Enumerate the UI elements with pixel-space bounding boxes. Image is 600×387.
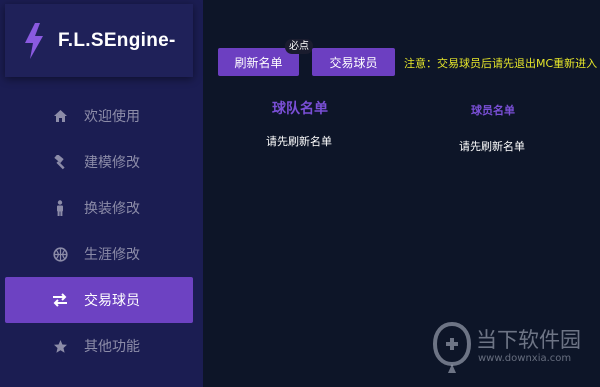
lightning-logo-icon xyxy=(25,22,43,59)
sidebar-item-welcome[interactable]: 欢迎使用 xyxy=(0,93,203,139)
player-list-title: 球员名单 xyxy=(471,104,515,117)
person-icon xyxy=(52,200,68,216)
watermark-name: 当下软件园 xyxy=(476,328,581,352)
swap-icon xyxy=(52,292,68,308)
team-list-title: 球队名单 xyxy=(272,101,328,117)
home-icon xyxy=(52,108,68,124)
hammer-icon xyxy=(52,154,68,170)
sidebar-item-label: 欢迎使用 xyxy=(84,109,140,125)
sidebar: F.L.SEngine- 欢迎使用 建模修改 换装修改 生涯修改 交易球员 其他… xyxy=(0,0,203,387)
sidebar-item-outfit-edit[interactable]: 换装修改 xyxy=(0,185,203,231)
sidebar-item-other-functions[interactable]: 其他功能 xyxy=(0,323,203,369)
sidebar-item-label: 其他功能 xyxy=(84,339,140,355)
watermark: 当下软件园 www.downxia.com xyxy=(432,322,592,380)
sidebar-nav: 欢迎使用 建模修改 换装修改 生涯修改 交易球员 其他功能 xyxy=(0,93,203,369)
basketball-icon xyxy=(52,246,68,262)
sidebar-item-trade-players[interactable]: 交易球员 xyxy=(0,277,203,323)
sidebar-item-label: 生涯修改 xyxy=(84,247,140,263)
player-list-empty-text: 请先刷新名单 xyxy=(459,140,525,153)
trade-players-button[interactable]: 交易球员 xyxy=(312,48,395,76)
brand-header: F.L.SEngine- xyxy=(5,4,193,77)
required-badge: 必点 xyxy=(285,39,313,54)
sidebar-item-model-edit[interactable]: 建模修改 xyxy=(0,139,203,185)
sidebar-item-label: 建模修改 xyxy=(84,155,140,171)
star-icon xyxy=(52,338,68,354)
watermark-logo-icon xyxy=(432,322,472,373)
sidebar-item-career-edit[interactable]: 生涯修改 xyxy=(0,231,203,277)
app-title: F.L.SEngine- xyxy=(58,29,176,51)
sidebar-item-label: 换装修改 xyxy=(84,201,140,217)
sidebar-item-label: 交易球员 xyxy=(84,293,140,309)
team-list-empty-text: 请先刷新名单 xyxy=(266,135,332,148)
notice-text: 注意：交易球员后请先退出MC重新进入 xyxy=(404,57,598,70)
watermark-url: www.downxia.com xyxy=(478,353,572,364)
